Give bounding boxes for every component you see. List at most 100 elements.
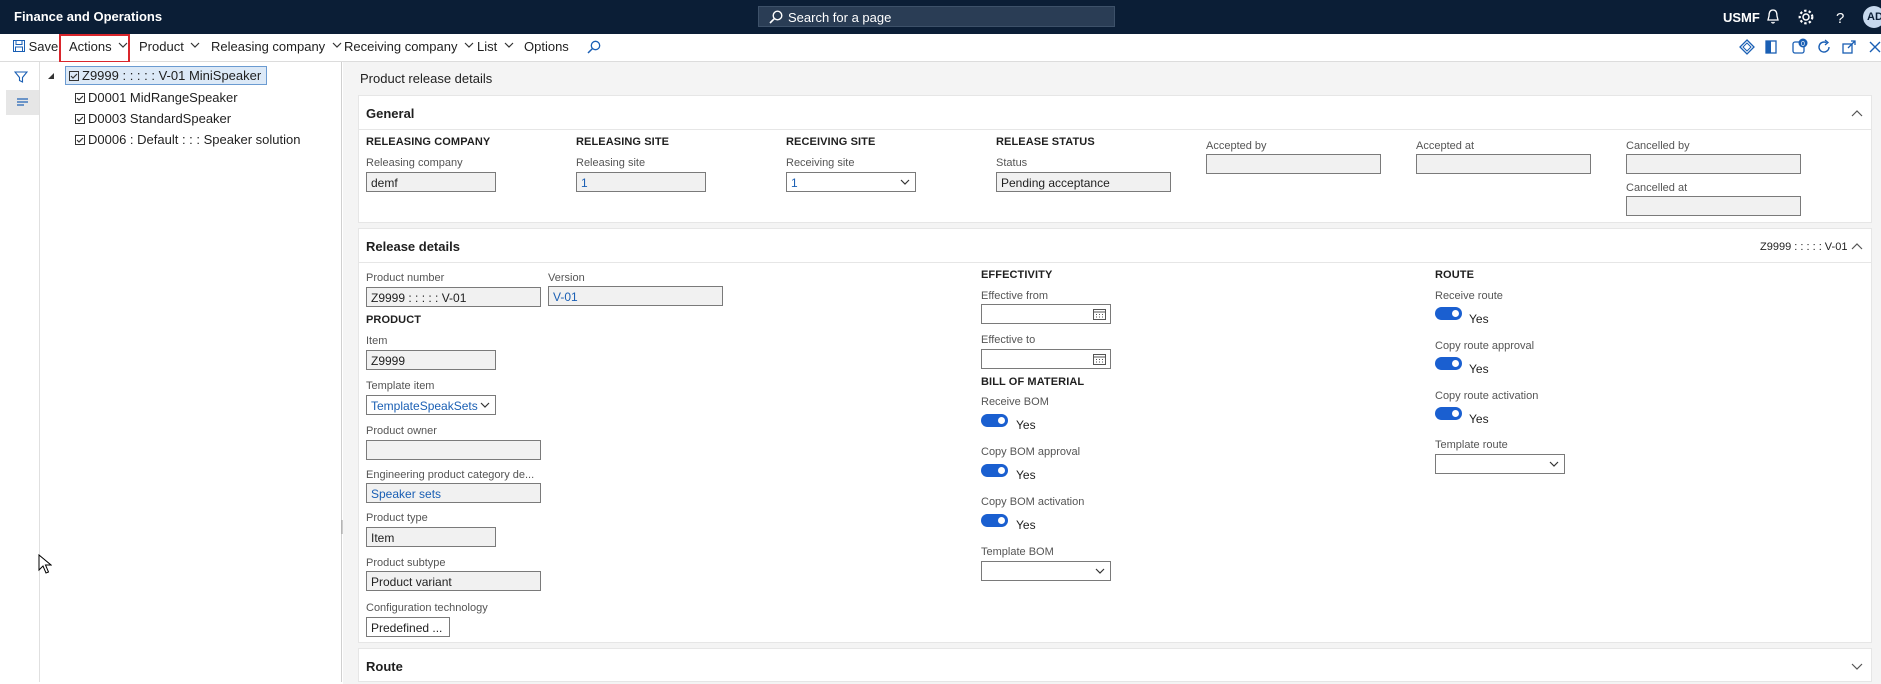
product-owner-label: Product owner: [366, 425, 437, 437]
copy-route-activation-toggle[interactable]: [1435, 407, 1462, 420]
releasing-company-menu[interactable]: Releasing company: [211, 39, 342, 54]
copy-bom-approval-label: Copy BOM approval: [981, 446, 1081, 458]
receive-bom-value: Yes: [1016, 418, 1036, 432]
search-icon[interactable]: [587, 40, 601, 54]
item-field[interactable]: Z9999: [366, 350, 496, 370]
template-bom-select[interactable]: [981, 561, 1111, 581]
product-type-field[interactable]: Item: [366, 527, 496, 547]
app-title[interactable]: Finance and Operations: [14, 9, 162, 24]
configuration-technology-field[interactable]: Predefined ...: [366, 617, 450, 637]
chevron-down-icon: [1549, 461, 1559, 467]
release-status-group: RELEASE STATUS: [996, 136, 1095, 148]
product-icon: [75, 93, 85, 103]
product-icon: [75, 114, 85, 124]
status-field[interactable]: Pending acceptance: [996, 172, 1171, 192]
copy-route-approval-toggle[interactable]: [1435, 357, 1462, 370]
releasing-company-group: RELEASING COMPANY: [366, 136, 491, 148]
options-menu[interactable]: Options: [524, 39, 569, 54]
calendar-icon[interactable]: [1093, 308, 1106, 320]
releasing-site-group: RELEASING SITE: [576, 136, 670, 148]
user-avatar[interactable]: AD: [1863, 6, 1881, 28]
template-item-label: Template item: [366, 380, 435, 392]
product-menu[interactable]: Product: [139, 39, 200, 54]
receive-bom-toggle[interactable]: [981, 414, 1008, 427]
tree-collapse-icon[interactable]: [47, 72, 55, 80]
notification-count: 0: [1801, 41, 1805, 48]
route-header[interactable]: Route: [359, 649, 1871, 683]
product-number-field[interactable]: Z9999 : : : : : V-01: [366, 287, 541, 307]
chevron-up-icon[interactable]: [1851, 108, 1863, 120]
tree-node-root[interactable]: Z9999 : : : : : V-01 MiniSpeaker: [65, 66, 268, 85]
save-label: Save: [28, 39, 59, 54]
help-icon[interactable]: ?: [1831, 8, 1849, 26]
copy-route-activation-label: Copy route activation: [1435, 390, 1539, 402]
chevron-down-icon: [332, 42, 342, 48]
copy-bom-activation-toggle[interactable]: [981, 514, 1008, 527]
office-icon[interactable]: [1762, 38, 1780, 56]
product-type-label: Product type: [366, 512, 428, 524]
tree-node-child[interactable]: D0006 : Default : : : Speaker solution: [75, 132, 300, 147]
list-view-button[interactable]: [6, 90, 39, 115]
receive-route-toggle[interactable]: [1435, 307, 1462, 320]
open-new-window-icon[interactable]: [1840, 38, 1858, 56]
tree-node-child[interactable]: D0003 StandardSpeaker: [75, 111, 231, 126]
effective-from-date-field[interactable]: [981, 304, 1111, 324]
receiving-company-menu[interactable]: Receiving company: [344, 39, 474, 54]
left-filter-strip: [6, 62, 40, 682]
save-button[interactable]: Save: [13, 39, 58, 54]
releasing-site-field[interactable]: 1: [576, 172, 706, 192]
diamond-icon[interactable]: [1738, 38, 1756, 56]
effective-to-date-field[interactable]: [981, 349, 1111, 369]
accepted-at-field[interactable]: [1416, 154, 1591, 174]
accepted-by-field[interactable]: [1206, 154, 1381, 174]
product-label: Product: [139, 39, 184, 54]
gear-icon[interactable]: [1797, 8, 1815, 26]
notification-badge-icon[interactable]: 0: [1790, 38, 1808, 56]
releasing-site-label: Releasing site: [576, 157, 646, 169]
chevron-down-icon: [464, 42, 474, 48]
cancelled-at-field[interactable]: [1626, 196, 1801, 216]
calendar-icon[interactable]: [1093, 353, 1106, 365]
close-icon[interactable]: [1866, 38, 1881, 56]
mouse-cursor-icon: [38, 554, 52, 574]
item-label: Item: [366, 335, 388, 347]
save-icon: [13, 40, 25, 52]
chevron-up-icon[interactable]: [1851, 241, 1863, 253]
action-pane: Save Actions Product Releasing company R…: [0, 34, 1881, 62]
search-page-box[interactable]: Search for a page: [758, 6, 1115, 27]
product-subtype-field[interactable]: Product variant: [366, 571, 541, 591]
receive-route-label: Receive route: [1435, 290, 1503, 302]
filter-icon[interactable]: [14, 70, 28, 84]
chevron-down-icon: [480, 402, 490, 408]
effective-from-label: Effective from: [981, 290, 1049, 302]
product-number-label: Product number: [366, 272, 445, 284]
chevron-down-icon: [1095, 568, 1105, 574]
company-selector[interactable]: USMF: [1723, 10, 1760, 25]
template-route-select[interactable]: [1435, 454, 1565, 474]
copy-bom-approval-toggle[interactable]: [981, 464, 1008, 477]
product-owner-field[interactable]: [366, 440, 541, 460]
template-item-value: TemplateSpeakSets: [371, 399, 478, 413]
actions-highlight-box: [59, 34, 130, 63]
refresh-icon[interactable]: [1815, 38, 1833, 56]
copy-route-activation-value: Yes: [1469, 412, 1489, 426]
list-label: List: [477, 39, 498, 54]
releasing-company-field[interactable]: demf: [366, 172, 496, 192]
receiving-site-select[interactable]: 1: [786, 172, 916, 192]
chevron-down-icon[interactable]: [1851, 660, 1863, 672]
template-item-select[interactable]: TemplateSpeakSets: [366, 395, 496, 415]
tree-node-label: D0001 MidRangeSpeaker: [88, 90, 238, 105]
route-group: ROUTE: [1435, 269, 1474, 281]
cancelled-by-field[interactable]: [1626, 154, 1801, 174]
version-field[interactable]: V-01: [548, 286, 723, 306]
release-details-header[interactable]: Release details Z9999 : : : : : V-01: [359, 229, 1871, 263]
bell-icon[interactable]: [1764, 8, 1782, 26]
general-header[interactable]: General: [359, 96, 1871, 130]
engineering-category-field[interactable]: Speaker sets: [366, 483, 541, 503]
release-details-summary: Z9999 : : : : : V-01: [1760, 241, 1848, 253]
tree-node-label: D0006 : Default : : : Speaker solution: [88, 132, 301, 147]
receive-route-value: Yes: [1469, 312, 1489, 326]
list-menu[interactable]: List: [477, 39, 514, 54]
list-lines-icon: [17, 98, 28, 106]
tree-node-child[interactable]: D0001 MidRangeSpeaker: [75, 90, 238, 105]
